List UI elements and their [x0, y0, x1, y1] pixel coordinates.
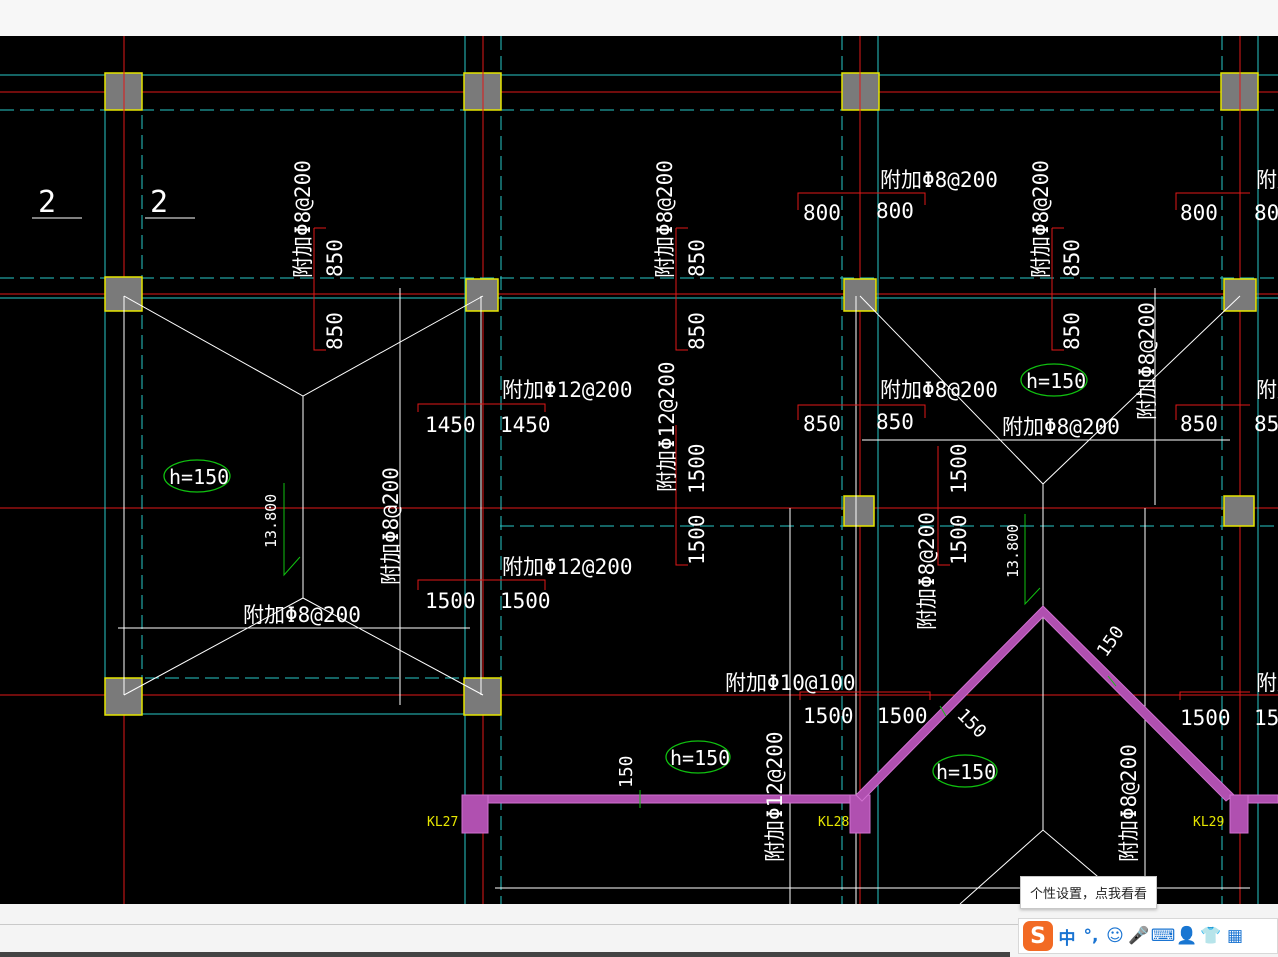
status-divider: [0, 952, 1010, 957]
dimension-value: 150: [616, 755, 637, 788]
dimension-value: 1450: [425, 413, 476, 437]
beam-label-kl29: KL29: [1193, 815, 1224, 830]
emoji-icon[interactable]: ☺: [1105, 924, 1125, 948]
rebar-label: 附加Φ8@200: [1117, 744, 1141, 862]
dimension-value: 1500: [425, 589, 476, 613]
beam-label-kl28: KL28: [818, 815, 849, 830]
dimension-value: 1500: [685, 443, 709, 494]
dimension-value: 1500: [1180, 706, 1231, 730]
sogou-logo-icon[interactable]: S: [1023, 921, 1053, 951]
section-mark-label: 2: [38, 185, 56, 220]
rebar-label: 附加Φ8@200: [653, 160, 677, 278]
elevation-labels: 13.800 13.800: [262, 494, 1022, 578]
rebar-label: 附加Φ12@200: [502, 378, 633, 402]
dimension-value: 850: [323, 312, 347, 350]
ime-toolbar[interactable]: S 中 °, ☺ 🎤 ⌨ 👤 👕 ▦: [1018, 918, 1278, 954]
rebar-label: 附加Φ8@200: [291, 160, 315, 278]
punctuation-toggle[interactable]: °,: [1081, 924, 1101, 948]
rebar-label: 附加Φ8@200: [880, 168, 998, 192]
dimension-value: 850: [803, 412, 841, 436]
rebar-label: 附加Φ8@200: [880, 378, 998, 402]
dimension-value: 1500: [947, 514, 971, 565]
column-axis-marks: [123, 70, 1241, 112]
toolbox-grid-icon[interactable]: ▦: [1225, 924, 1245, 948]
dimension-value: 800: [803, 201, 841, 225]
slab-thickness: h=150: [169, 465, 229, 489]
slab-thickness: h=150: [936, 760, 996, 784]
rebar-label: 附加Φ8@200: [243, 603, 361, 627]
dimension-value: 850: [1180, 412, 1218, 436]
dimension-value: 1500: [500, 589, 551, 613]
rebar-label: 附加Φ8@200: [915, 512, 939, 630]
rebar-label: 附加: [1256, 168, 1278, 192]
dimension-value: 80: [1254, 201, 1278, 225]
cad-drawing[interactable]: 2 2 附加Φ8@200 附加 附加Φ8@200 附加 附加Φ8@200 附加Φ…: [0, 36, 1278, 904]
rebar-label: 附加Φ12@200: [763, 731, 787, 862]
rebar-label: 附加: [1256, 378, 1278, 402]
dimension-value: 1500: [947, 443, 971, 494]
rebar-label: 附加Φ10@100: [725, 671, 856, 695]
skin-shirt-icon[interactable]: 👕: [1200, 924, 1221, 948]
slab-thickness: h=150: [1026, 369, 1086, 393]
rebar-label: 附加Φ12@200: [655, 361, 679, 492]
dimension-value: 1450: [500, 413, 551, 437]
dimension-value: 850: [1060, 312, 1084, 350]
dimension-numbers-vertical: 850 850 850 850 850 850 1500 1500 1500 1…: [323, 239, 1129, 788]
dimension-value: 800: [876, 199, 914, 223]
dimension-value: 15: [1254, 706, 1278, 730]
cad-drawing-canvas[interactable]: 2 2 附加Φ8@200 附加 附加Φ8@200 附加 附加Φ8@200 附加Φ…: [0, 36, 1278, 904]
slab-thickness: h=150: [670, 746, 730, 770]
dimension-value: 150: [1093, 622, 1129, 661]
dimension-value: 150: [952, 705, 990, 743]
elevation-value: 13.800: [262, 494, 280, 548]
dimension-value: 1500: [685, 514, 709, 565]
dimension-value: 850: [685, 312, 709, 350]
dimension-value: 850: [685, 239, 709, 277]
dimension-value: 1500: [877, 704, 928, 728]
section-mark-label: 2: [150, 185, 168, 220]
dimension-value: 800: [1180, 201, 1218, 225]
rebar-label: 附加Φ12@200: [502, 555, 633, 579]
dimension-value: 850: [876, 410, 914, 434]
rebar-labels: 附加Φ8@200 附加 附加Φ8@200 附加 附加Φ8@200 附加Φ12@2…: [243, 168, 1278, 695]
ime-tooltip[interactable]: 个性设置，点我看看: [1020, 876, 1158, 909]
dimension-value: 85: [1254, 412, 1278, 436]
dimension-value: 1500: [803, 704, 854, 728]
rebar-label: 附加: [1256, 671, 1278, 695]
elevation-value: 13.800: [1004, 524, 1022, 578]
user-icon[interactable]: 👤: [1176, 924, 1197, 948]
rebar-label: 附加Φ8@200: [1135, 302, 1159, 420]
rebar-label: 附加Φ8@200: [1029, 160, 1053, 278]
title-bar: [0, 0, 1278, 37]
beam-label-kl27: KL27: [427, 815, 458, 830]
microphone-icon[interactable]: 🎤: [1128, 924, 1149, 948]
dimension-value: 850: [323, 239, 347, 277]
rebar-label: 附加Φ8@200: [379, 467, 403, 585]
rebar-label: 附加Φ8@200: [1002, 415, 1120, 439]
beam-labels: KL27 KL28 KL29: [427, 815, 1224, 830]
dimension-value: 850: [1060, 239, 1084, 277]
language-mode-toggle[interactable]: 中: [1057, 924, 1077, 949]
keyboard-icon[interactable]: ⌨: [1151, 924, 1176, 948]
hatched-beams: [461, 605, 1278, 834]
